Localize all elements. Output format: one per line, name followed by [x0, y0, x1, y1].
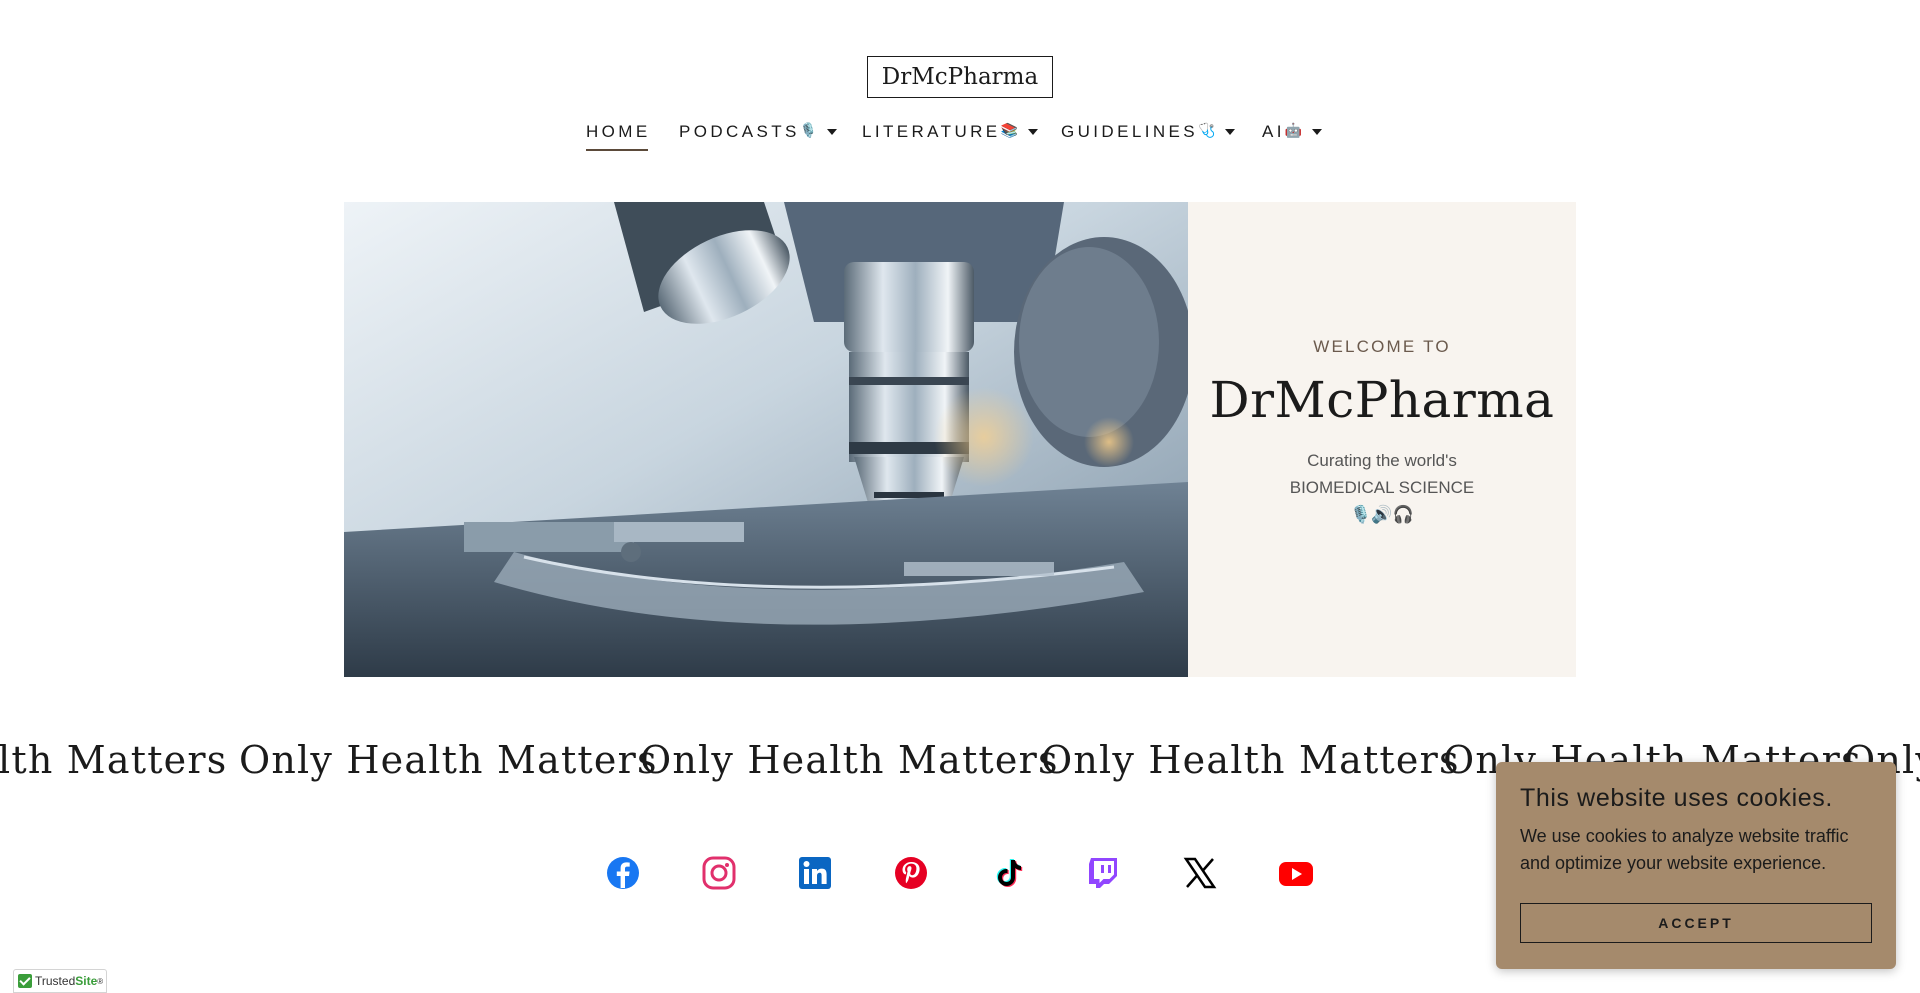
robot-icon: 🤖 — [1284, 122, 1303, 138]
chevron-down-icon — [827, 129, 838, 135]
main-nav: HOME PODCASTS 🎙️ LITERATURE 📚 GUIDELINES 🩺 … — [0, 122, 1920, 156]
trusted-badge-tm: ® — [97, 976, 104, 986]
microphone-icon: 🎙️ — [799, 122, 818, 138]
marquee-item: Only Health Matters — [1041, 738, 1460, 782]
instagram-icon[interactable] — [701, 855, 737, 891]
hero-subtitle: Curating the world's BIOMEDICAL SCIENCE … — [1290, 447, 1475, 528]
site-logo[interactable]: DrMcPharma — [867, 56, 1053, 98]
youtube-icon[interactable] — [1278, 855, 1314, 891]
nav-item-guidelines-label: GUIDELINES — [1061, 122, 1198, 141]
twitch-icon[interactable] — [1085, 855, 1121, 891]
nav-item-literature[interactable]: LITERATURE 📚 — [862, 122, 1038, 156]
hero-subtitle-line2: BIOMEDICAL SCIENCE — [1289, 478, 1475, 497]
hero-welcome-text: WELCOME TO — [1313, 337, 1451, 356]
checkmark-icon — [18, 974, 32, 988]
chevron-down-icon — [1225, 129, 1236, 135]
cookie-text: We use cookies to analyze website traffi… — [1520, 826, 1849, 873]
hero-subtitle-emojis: 🎙️🔊🎧 — [1350, 505, 1414, 524]
nav-item-guidelines[interactable]: GUIDELINES 🩺 — [1061, 122, 1236, 156]
site-logo-text: DrMcPharma — [881, 64, 1039, 90]
books-icon: 📚 — [1000, 122, 1018, 138]
hero-title: DrMcPharma — [1209, 371, 1555, 429]
hero-panel: WELCOME TO DrMcPharma Curating the world… — [1188, 202, 1576, 677]
x-icon[interactable] — [1182, 855, 1218, 891]
hero-subtitle-line1: Curating the world's — [1307, 451, 1457, 470]
facebook-icon[interactable] — [605, 855, 641, 891]
pinterest-icon[interactable] — [893, 855, 929, 891]
marquee-item: Only Health Matters — [239, 738, 658, 782]
chevron-down-icon — [1312, 129, 1323, 135]
trusted-site-badge[interactable]: Trusted Site ® — [13, 969, 107, 993]
nav-item-literature-label: LITERATURE — [862, 122, 1001, 141]
nav-item-ai[interactable]: AI 🤖 — [1262, 122, 1323, 156]
nav-item-home-label: HOME — [586, 122, 651, 141]
nav-item-podcasts[interactable]: PODCASTS 🎙️ — [679, 122, 838, 156]
marquee-item: lth Matters — [0, 738, 228, 782]
trusted-badge-suffix: Site — [75, 974, 98, 988]
hero-image-microscope — [344, 202, 1188, 677]
linkedin-icon[interactable] — [797, 855, 833, 891]
chevron-down-icon — [1027, 129, 1038, 135]
trusted-badge-prefix: Trusted — [35, 974, 76, 988]
accept-cookies-button[interactable]: ACCEPT — [1520, 903, 1872, 943]
tiktok-icon[interactable] — [990, 855, 1026, 891]
microscope-illustration — [344, 202, 1188, 677]
marquee-item: Only Health Matters — [640, 738, 1059, 782]
nav-item-ai-label: AI — [1262, 122, 1285, 141]
stethoscope-icon: 🩺 — [1197, 122, 1216, 138]
nav-item-podcasts-label: PODCASTS — [679, 122, 800, 141]
nav-item-home[interactable]: HOME — [586, 122, 651, 156]
cookie-title: This website uses cookies. — [1520, 784, 1833, 812]
cookie-banner: This website uses cookies. We use cookie… — [1496, 762, 1896, 969]
